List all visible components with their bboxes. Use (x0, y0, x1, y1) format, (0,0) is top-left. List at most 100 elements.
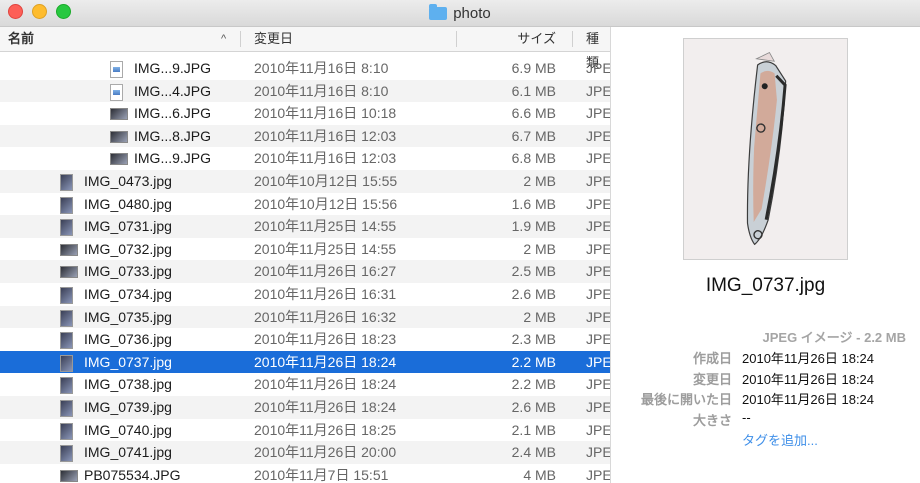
file-name: IMG...4.JPG (134, 82, 212, 99)
file-modified-date: 2010年11月25日 14:55 (254, 218, 397, 235)
window-title-group: photo (0, 0, 920, 26)
file-size: 2.2 MB (511, 353, 556, 370)
file-name: IMG_0473.jpg (84, 172, 172, 189)
add-tags-link[interactable]: タグを追加... (742, 430, 818, 449)
file-list[interactable]: 名前 ^ 変更日 サイズ 種類 IMG...9.JPG 2010年11月16日 8… (0, 27, 611, 483)
image-thumbnail-icon (110, 83, 123, 101)
file-name: IMG_0737.jpg (84, 353, 172, 370)
dimensions-value: -- (742, 410, 751, 425)
file-size: 6.9 MB (511, 60, 556, 76)
file-kind: JPE (586, 82, 611, 99)
file-size: 1.6 MB (511, 195, 556, 212)
file-row[interactable]: IMG...8.JPG 2010年11月16日 12:03 6.7 MB JPE (0, 124, 611, 148)
file-kind: JPE (586, 353, 611, 370)
file-size: 2.6 MB (511, 398, 556, 415)
file-modified-date: 2010年10月12日 15:56 (254, 195, 398, 212)
modified-value: 2010年11月26日 18:24 (742, 372, 875, 387)
file-modified-date: 2010年11月26日 20:00 (254, 444, 397, 461)
image-thumbnail-icon (60, 377, 73, 395)
file-modified-date: 2010年11月26日 16:31 (254, 285, 397, 302)
file-size: 2.3 MB (511, 331, 556, 348)
file-modified-date: 2010年11月16日 8:10 (254, 60, 389, 76)
last-opened-value: 2010年11月26日 18:24 (742, 392, 875, 407)
file-kind: JPE (586, 172, 611, 189)
file-row[interactable]: IMG_0735.jpg 2010年11月26日 16:32 2 MB JPE (0, 305, 610, 329)
file-name: IMG_0741.jpg (84, 444, 172, 461)
file-name: IMG_0734.jpg (84, 285, 172, 302)
column-kind-header[interactable]: 種類 (586, 27, 610, 70)
image-thumbnail-icon (60, 266, 78, 279)
file-kind: JPE (586, 263, 611, 280)
column-divider[interactable] (240, 31, 241, 47)
file-name: IMG...9.JPG (134, 150, 212, 167)
file-name: IMG...9.JPG (134, 60, 212, 76)
file-row[interactable]: IMG...6.JPG 2010年11月16日 10:18 6.6 MB JPE (0, 102, 610, 125)
file-kind: JPE (586, 376, 611, 393)
file-row[interactable]: PB075534.JPG 2010年11月7日 15:51 4 MB JPE (0, 464, 610, 483)
file-row[interactable]: IMG_0473.jpg 2010年10月12日 15:55 2 MB JPE (0, 169, 611, 193)
file-row[interactable]: IMG_0732.jpg 2010年11月25日 14:55 2 MB JPE (0, 238, 610, 261)
column-name-header[interactable]: 名前 (8, 27, 34, 51)
file-row[interactable]: IMG_0741.jpg 2010年11月26日 20:00 2.4 MB JPE (0, 441, 610, 464)
file-row[interactable]: IMG...9.JPG 2010年11月16日 8:10 6.9 MB JPE (0, 57, 610, 80)
file-name: IMG_0480.jpg (84, 195, 172, 212)
column-size-header[interactable]: サイズ (500, 27, 556, 51)
sort-caret-icon[interactable]: ^ (221, 27, 226, 51)
file-size: 2.2 MB (511, 376, 556, 393)
file-kind: JPE (586, 218, 611, 235)
image-thumbnail-icon (110, 61, 123, 78)
file-name: IMG_0736.jpg (84, 331, 172, 348)
file-modified-date: 2010年11月7日 15:51 (254, 466, 389, 483)
image-thumbnail-icon (60, 445, 73, 463)
file-row[interactable]: IMG_0737.jpg 2010年11月26日 18:24 2.2 MB JPE (0, 350, 611, 374)
file-kind: JPE (586, 60, 611, 76)
file-size: 2 MB (523, 240, 556, 257)
file-kind: JPE (586, 127, 611, 144)
image-thumbnail-icon (60, 219, 73, 237)
file-modified-date: 2010年11月26日 18:24 (254, 398, 397, 415)
file-rows: IMG...9.JPG 2010年11月16日 8:10 6.9 MB JPE IMG.… (0, 57, 610, 483)
file-size: 2 MB (523, 172, 556, 189)
file-modified-date: 2010年11月25日 14:55 (254, 240, 397, 257)
file-size: 2.5 MB (511, 263, 556, 280)
file-modified-date: 2010年11月26日 16:32 (254, 308, 397, 325)
file-name: IMG_0731.jpg (84, 218, 172, 235)
file-kind: JPE (586, 240, 611, 257)
file-row[interactable]: IMG_0734.jpg 2010年11月26日 16:31 2.6 MB JPE (0, 283, 610, 306)
file-row[interactable]: IMG_0733.jpg 2010年11月26日 16:27 2.5 MB JPE (0, 260, 610, 283)
file-modified-date: 2010年11月26日 18:23 (254, 331, 397, 348)
column-divider[interactable] (572, 31, 573, 47)
file-row[interactable]: IMG_0740.jpg 2010年11月26日 18:25 2.1 MB JPE (0, 419, 610, 442)
file-row[interactable]: IMG_0731.jpg 2010年11月25日 14:55 1.9 MB JPE (0, 215, 610, 238)
file-row[interactable]: IMG_0736.jpg 2010年11月26日 18:23 2.3 MB JPE (0, 328, 610, 351)
image-thumbnail-icon (60, 422, 73, 440)
dimensions-label: 大きさ (692, 413, 732, 428)
file-modified-date: 2010年11月26日 18:25 (254, 421, 397, 438)
file-kind: JPE (586, 285, 611, 302)
file-modified-date: 2010年11月26日 18:24 (254, 376, 397, 393)
column-divider[interactable] (456, 31, 457, 47)
last-opened-label: 最後に開いた日 (640, 392, 732, 407)
image-thumbnail-icon (60, 286, 73, 304)
file-kind: JPE (586, 466, 611, 483)
file-modified-date: 2010年11月16日 8:10 (254, 82, 389, 99)
file-row[interactable]: IMG_0480.jpg 2010年10月12日 15:56 1.6 MB JPE (0, 193, 610, 216)
file-row[interactable]: IMG...9.JPG 2010年11月16日 12:03 6.8 MB JPE (0, 147, 610, 170)
column-date-header[interactable]: 変更日 (254, 27, 293, 51)
file-row[interactable]: IMG_0738.jpg 2010年11月26日 18:24 2.2 MB JPE (0, 373, 610, 396)
window-title: photo (453, 4, 491, 22)
file-kind: JPE (586, 421, 611, 438)
file-size: 1.9 MB (511, 218, 556, 235)
file-size: 2 MB (523, 308, 556, 325)
file-kind: JPE (586, 444, 611, 461)
file-row[interactable]: IMG...4.JPG 2010年11月16日 8:10 6.1 MB JPE (0, 79, 611, 103)
file-modified-date: 2010年11月26日 18:24 (254, 353, 397, 370)
title-bar: photo (0, 0, 920, 27)
image-thumbnail-icon (60, 399, 73, 417)
column-header: 名前 ^ 変更日 サイズ 種類 (0, 27, 610, 70)
modified-label: 変更日 (692, 372, 732, 387)
file-row[interactable]: IMG_0739.jpg 2010年11月26日 18:24 2.6 MB JPE (0, 395, 610, 419)
file-size: 6.8 MB (511, 150, 556, 167)
fishing-lure-image (684, 39, 847, 259)
file-size: 2.4 MB (511, 444, 556, 461)
